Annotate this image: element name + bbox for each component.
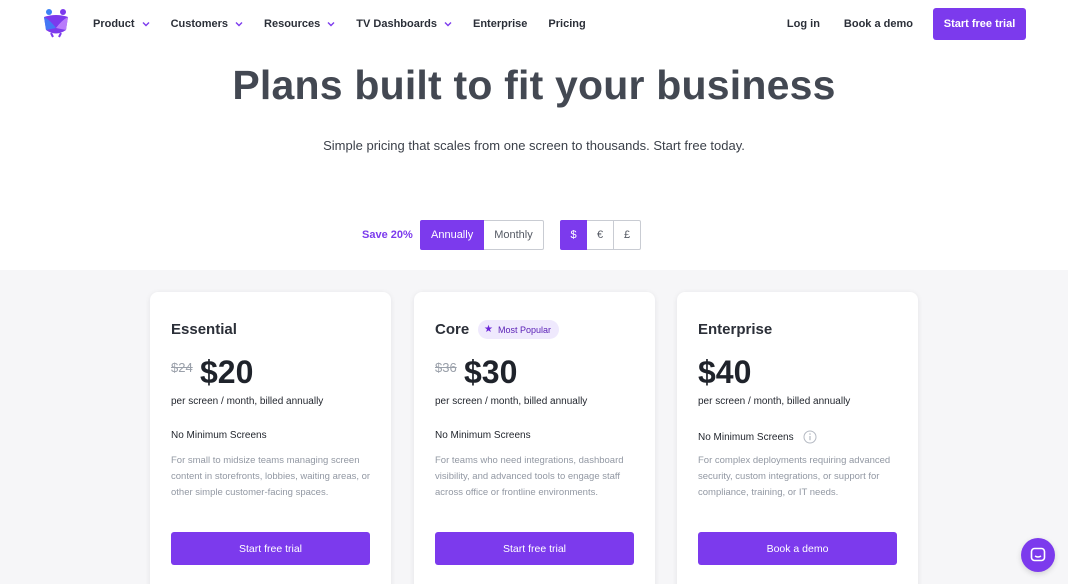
plan-price: $30: [464, 354, 518, 390]
plan-minimum: No Minimum Screens: [171, 430, 267, 441]
nav-item-customers[interactable]: Customers: [171, 16, 243, 32]
nav-item-product[interactable]: Product: [93, 16, 150, 32]
plan-minimum-label: No Minimum Screens: [698, 431, 794, 443]
currency-option-usd[interactable]: $: [560, 220, 587, 250]
chevron-down-icon: [235, 22, 243, 27]
nav-item-resources[interactable]: Resources: [264, 16, 335, 32]
chat-launcher-button[interactable]: [1021, 538, 1055, 572]
plan-start-trial-button[interactable]: Start free trial: [171, 532, 370, 565]
plan-period: per screen / month, billed annually: [435, 396, 588, 407]
nav-item-label: TV Dashboards: [356, 18, 437, 30]
nav-item-label: Resources: [264, 18, 321, 30]
info-icon[interactable]: [803, 430, 817, 444]
nav-item-pricing[interactable]: Pricing: [548, 16, 585, 32]
book-demo-link[interactable]: Book a demo: [844, 18, 913, 30]
page-subtitle: Simple pricing that scales from one scre…: [323, 138, 745, 153]
login-link[interactable]: Log in: [787, 18, 820, 30]
plan-start-trial-button[interactable]: Start free trial: [435, 532, 634, 565]
nav-item-enterprise[interactable]: Enterprise: [473, 16, 527, 32]
plan-card-core: Core ★ Most Popular $36 $30 per screen /…: [414, 292, 655, 584]
nav-actions: Log in Book a demo Start free trial: [787, 8, 1026, 40]
billing-option-monthly[interactable]: Monthly: [484, 220, 544, 250]
plan-description: For small to midsize teams managing scre…: [171, 455, 371, 498]
plan-minimum: No Minimum Screens: [698, 430, 817, 444]
billing-toggle: Annually Monthly: [420, 220, 544, 250]
billing-option-annually[interactable]: Annually: [420, 220, 485, 250]
plan-card-enterprise: Enterprise $40 per screen / month, bille…: [677, 292, 918, 584]
plan-period: per screen / month, billed annually: [171, 396, 324, 407]
nav-item-label: Customers: [170, 18, 229, 30]
plan-name: Core: [435, 321, 470, 338]
plan-card-essential: Essential $24 $20 per screen / month, bi…: [150, 292, 391, 584]
plan-old-price: $24: [171, 360, 193, 375]
nav-item-tv-dashboards[interactable]: TV Dashboards: [356, 16, 452, 32]
nav-item-label: Pricing: [548, 18, 586, 30]
currency-option-eur[interactable]: €: [587, 220, 614, 250]
star-icon: ★: [484, 324, 493, 335]
plan-description: For teams who need integrations, dashboa…: [435, 455, 624, 498]
logo-icon[interactable]: [42, 8, 70, 38]
plan-name: Essential: [171, 321, 237, 338]
chat-icon: [1030, 547, 1046, 562]
nav-item-label: Enterprise: [472, 18, 528, 30]
pricing-page: Product Customers Resources TV Dashboard…: [0, 0, 1068, 584]
currency-option-gbp[interactable]: £: [614, 220, 641, 250]
save-label: Save 20%: [362, 229, 413, 241]
plan-period: per screen / month, billed annually: [698, 396, 851, 407]
nav-menu: Product Customers Resources TV Dashboard…: [93, 16, 607, 32]
currency-toggle: $ € £: [560, 220, 641, 250]
plan-book-demo-button[interactable]: Book a demo: [698, 532, 897, 565]
badge-label: Most Popular: [497, 324, 551, 335]
plan-price: $40: [698, 354, 752, 390]
plan-old-price: $36: [435, 360, 457, 375]
plan-description: For complex deployments requiring advanc…: [698, 455, 891, 498]
chevron-down-icon: [142, 22, 150, 27]
start-free-trial-button[interactable]: Start free trial: [933, 8, 1026, 40]
chevron-down-icon: [444, 22, 452, 27]
plan-name: Enterprise: [698, 321, 773, 338]
top-nav: Product Customers Resources TV Dashboard…: [0, 0, 1068, 48]
page-title: Plans built to fit your business: [232, 62, 836, 108]
chevron-down-icon: [327, 22, 335, 27]
plan-minimum: No Minimum Screens: [435, 430, 531, 441]
nav-item-label: Product: [93, 18, 135, 30]
plan-minimum-label: No Minimum Screens: [171, 430, 267, 441]
most-popular-badge: ★ Most Popular: [478, 320, 559, 339]
plan-minimum-label: No Minimum Screens: [435, 430, 531, 441]
plan-price: $20: [200, 354, 254, 390]
